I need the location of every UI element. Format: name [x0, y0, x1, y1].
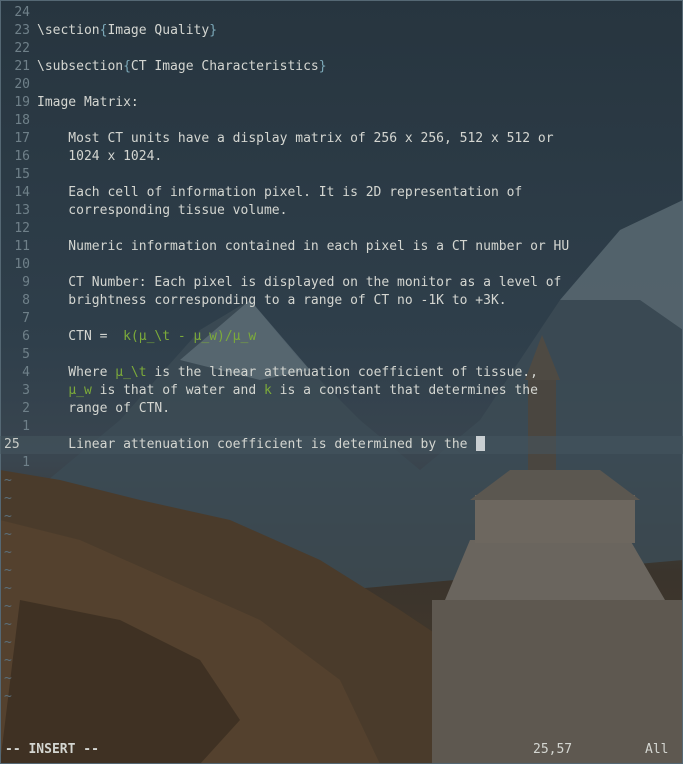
- line-text: corresponding tissue volume.: [37, 203, 288, 218]
- editor-line[interactable]: 19 Image Matrix:: [0, 94, 683, 112]
- line-number: 13: [14, 203, 30, 218]
- line-number: 6: [22, 329, 30, 344]
- empty-line-marker: ~: [4, 473, 12, 488]
- editor-line[interactable]: 5: [0, 346, 683, 364]
- line-number: 14: [14, 185, 30, 200]
- text-cursor: [476, 436, 486, 451]
- line-number: 1: [22, 455, 30, 470]
- editor-line[interactable]: 7: [0, 310, 683, 328]
- editor-line[interactable]: 13 corresponding tissue volume.: [0, 202, 683, 220]
- editor-line[interactable]: 1: [0, 454, 683, 472]
- line-number: 9: [22, 275, 30, 290]
- line-text: μ_\t: [115, 365, 147, 380]
- line-text: \section: [37, 23, 100, 38]
- line-number: 1: [22, 419, 30, 434]
- editor-line[interactable]: 14 Each cell of information pixel. It is…: [0, 184, 683, 202]
- editor-line[interactable]: 20: [0, 76, 683, 94]
- line-number: 12: [14, 221, 30, 236]
- line-text: CTN =: [37, 329, 124, 344]
- editor-line[interactable]: 18: [0, 112, 683, 130]
- editor-line[interactable]: 6 CTN = k(μ_\t - μ_w)/μ_w: [0, 328, 683, 346]
- line-number: 17: [14, 131, 30, 146]
- cursor-position: 25,57: [533, 742, 573, 757]
- editor-line[interactable]: 17 Most CT units have a display matrix o…: [0, 130, 683, 148]
- editor-line[interactable]: 12: [0, 220, 683, 238]
- editor-line[interactable]: 9 CT Number: Each pixel is displayed on …: [0, 274, 683, 292]
- line-number: 24: [14, 5, 30, 20]
- line-text: Numeric information contained in each pi…: [37, 239, 570, 254]
- line-text: is a constant that determines the: [271, 383, 538, 398]
- line-text: }: [318, 59, 327, 74]
- line-number: 23: [14, 23, 30, 38]
- editor-line[interactable]: 10: [0, 256, 683, 274]
- line-number: 20: [14, 77, 30, 92]
- empty-line-marker: ~: [4, 545, 12, 560]
- line-text: [37, 383, 68, 398]
- line-text: Where: [37, 365, 116, 380]
- line-text: 1024 x 1024.: [37, 149, 163, 164]
- line-number: 22: [14, 41, 30, 56]
- line-text: range of CTN.: [37, 401, 171, 416]
- empty-line-marker: ~: [4, 563, 12, 578]
- line-number: 19: [14, 95, 30, 110]
- line-number: 3: [22, 383, 30, 398]
- editor-line[interactable]: 21 \subsection{CT Image Characteristics}: [0, 58, 683, 76]
- line-text: Linear attenuation coefficient is determ…: [37, 437, 476, 452]
- editor-line[interactable]: 11 Numeric information contained in each…: [0, 238, 683, 256]
- empty-line-marker: ~: [4, 599, 12, 614]
- line-text: is that of water and: [91, 383, 264, 398]
- empty-line-marker: ~: [4, 581, 12, 596]
- editor-line[interactable]: 23 \section{Image Quality}: [0, 22, 683, 40]
- line-number: 2: [22, 401, 30, 416]
- current-line[interactable]: 25 Linear attenuation coefficient is det…: [0, 436, 683, 454]
- line-text: k: [263, 383, 272, 398]
- line-number: 25: [4, 437, 20, 452]
- empty-line-marker: ~: [4, 635, 12, 650]
- line-text: }: [209, 23, 218, 38]
- editor-line[interactable]: 16 1024 x 1024.: [0, 148, 683, 166]
- empty-line-marker: ~: [4, 653, 12, 668]
- line-number: 18: [14, 113, 30, 128]
- line-text: Most CT units have a display matrix of 2…: [37, 131, 554, 146]
- empty-line-marker: ~: [4, 527, 12, 542]
- empty-line-marker: ~: [4, 671, 12, 686]
- line-text: CT Number: Each pixel is displayed on th…: [37, 275, 562, 290]
- line-number: 4: [22, 365, 30, 380]
- line-number: 11: [14, 239, 30, 254]
- editor-line[interactable]: 22: [0, 40, 683, 58]
- line-text: μ_w: [68, 383, 92, 398]
- line-number: 7: [22, 311, 30, 326]
- line-text: Each cell of information pixel. It is 2D…: [37, 185, 523, 200]
- line-text: CT Image Characteristics: [130, 59, 319, 74]
- empty-line-marker: ~: [4, 689, 12, 704]
- editor-line[interactable]: 24: [0, 4, 683, 22]
- status-line: -- INSERT -- 25,57 All: [0, 741, 683, 759]
- empty-line-marker: ~: [4, 617, 12, 632]
- editor-line[interactable]: 1: [0, 418, 683, 436]
- line-text: is the linear attenuation coefficient of…: [146, 365, 538, 380]
- line-text: k(μ_\t - μ_w)/μ_w: [123, 329, 257, 344]
- editor-line[interactable]: 15: [0, 166, 683, 184]
- line-text: {: [123, 59, 131, 74]
- line-text: brightness corresponding to a range of C…: [37, 293, 507, 308]
- empty-line-marker: ~: [4, 509, 12, 524]
- empty-line-marker: ~: [4, 491, 12, 506]
- line-number: 15: [14, 167, 30, 182]
- line-number: 8: [22, 293, 30, 308]
- line-number: 5: [22, 347, 30, 362]
- editor-line[interactable]: 2 range of CTN.: [0, 400, 683, 418]
- vim-editor-buffer[interactable]: 24 23 \section{Image Quality} 22 21 \subsecti…: [0, 4, 683, 706]
- line-text: Image Matrix:: [37, 95, 139, 110]
- line-number: 21: [14, 59, 30, 74]
- scroll-indicator: All: [645, 742, 669, 757]
- line-text: Image Quality: [107, 23, 210, 38]
- line-number: 16: [14, 149, 30, 164]
- editor-line[interactable]: 8 brightness corresponding to a range of…: [0, 292, 683, 310]
- line-number: 10: [14, 257, 30, 272]
- mode-indicator: -- INSERT --: [5, 742, 99, 757]
- editor-line[interactable]: 4 Where μ_\t is the linear attenuation c…: [0, 364, 683, 382]
- line-text: \subsection: [37, 59, 124, 74]
- editor-line[interactable]: 3 μ_w is that of water and k is a consta…: [0, 382, 683, 400]
